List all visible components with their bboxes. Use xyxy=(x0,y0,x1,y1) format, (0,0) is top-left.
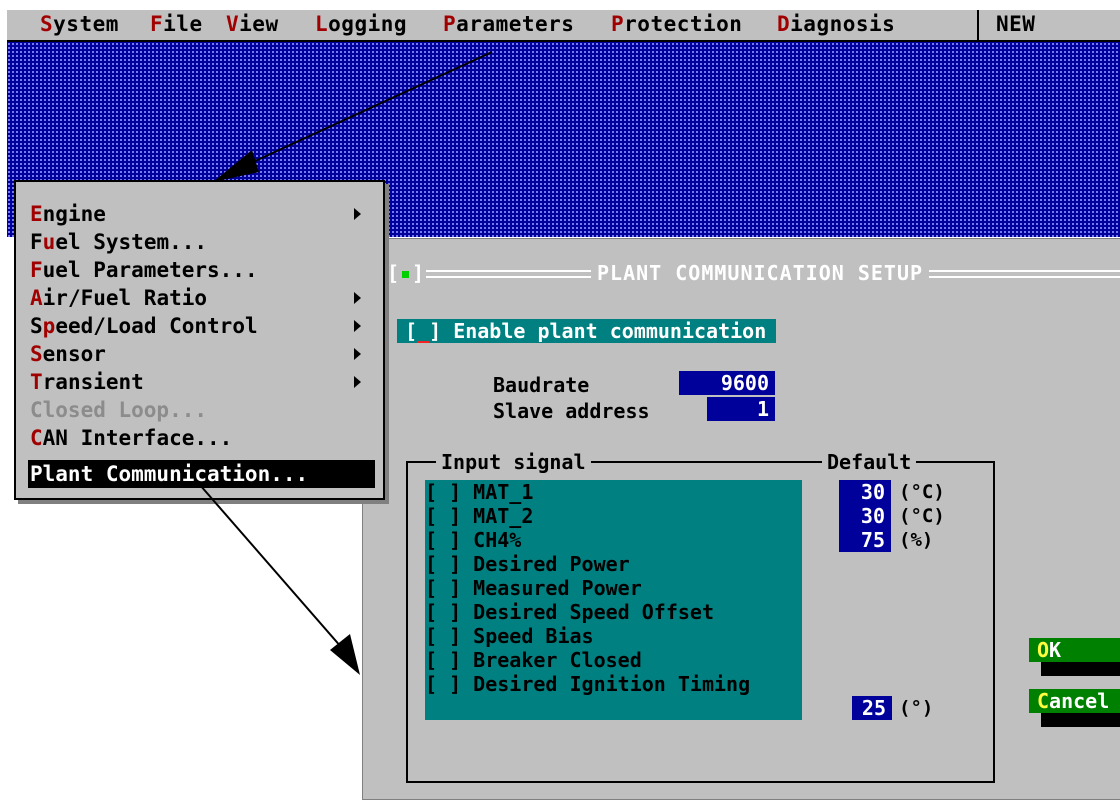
arrow-line-upper xyxy=(239,51,493,169)
arrow-head-upper-icon xyxy=(213,150,259,182)
annotation-arrows xyxy=(199,51,493,675)
arrow-line-lower xyxy=(199,484,343,649)
